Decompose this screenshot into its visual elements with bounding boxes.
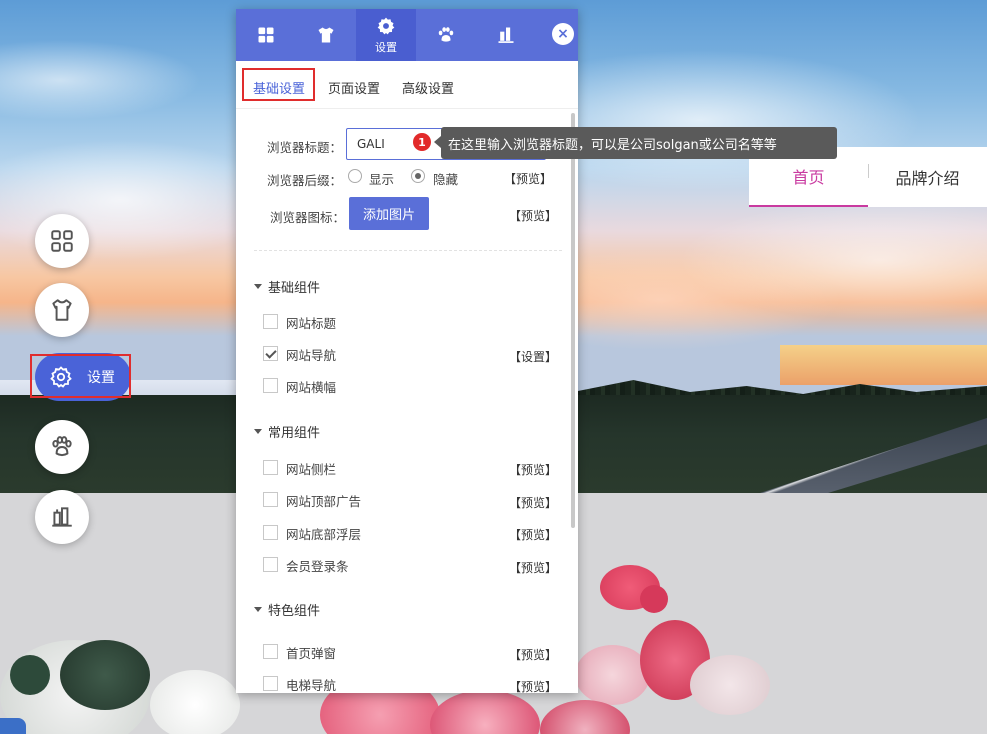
item-label: 网站标题 xyxy=(286,316,337,331)
tooltip: 在这里输入浏览器标题，可以是公司solgan或公司名等等 xyxy=(441,127,837,159)
subtab-advanced[interactable]: 高级设置 xyxy=(402,78,454,97)
sunset-glow xyxy=(780,345,987,385)
nav-item-brand[interactable]: 品牌介绍 xyxy=(868,147,987,207)
preview-link[interactable]: 【预览】 xyxy=(509,461,557,478)
corner-badge xyxy=(0,718,26,734)
checkbox-site-banner[interactable] xyxy=(263,378,278,393)
item-label: 网站横幅 xyxy=(286,380,337,395)
flower-decoration xyxy=(10,655,50,695)
shirt-icon xyxy=(318,27,334,43)
tooltip-text: 在这里输入浏览器标题，可以是公司solgan或公司名等等 xyxy=(448,137,777,153)
preview-link[interactable]: 【预览】 xyxy=(509,526,557,543)
browser-title-value: GALI xyxy=(357,137,385,151)
tab-settings-label: 设置 xyxy=(375,40,397,54)
item-label: 网站顶部广告 xyxy=(286,494,362,509)
suffix-radio-show[interactable] xyxy=(348,169,362,183)
checkbox-bottom-float[interactable] xyxy=(263,525,278,540)
item-label: 首页弹窗 xyxy=(286,646,337,661)
tools-icon xyxy=(498,27,514,43)
gear-icon xyxy=(377,17,395,34)
grid-icon xyxy=(51,230,73,252)
flower-decoration xyxy=(150,670,240,734)
checkbox-top-ad[interactable] xyxy=(263,492,278,507)
tab-grid[interactable] xyxy=(236,9,296,61)
group-title: 特色组件 xyxy=(268,604,321,619)
checkbox-elevator-nav[interactable] xyxy=(263,676,278,691)
suffix-radio-hide[interactable] xyxy=(411,169,425,183)
divider xyxy=(254,250,562,251)
caret-down-icon xyxy=(254,607,262,612)
preview-link[interactable]: 【预览】 xyxy=(509,559,557,576)
checkbox-site-title[interactable] xyxy=(263,314,278,329)
float-paw-button[interactable] xyxy=(35,420,89,474)
tab-style[interactable] xyxy=(296,9,356,61)
item-label: 网站导航 xyxy=(286,348,337,363)
panel-subtabs: 基础设置 页面设置 高级设置 xyxy=(236,61,578,109)
preview-link[interactable]: 【预览】 xyxy=(509,678,557,693)
checkbox-site-nav[interactable] xyxy=(263,346,278,361)
tab-settings[interactable]: 设置 xyxy=(356,9,416,61)
step-badge: 1 xyxy=(413,133,431,151)
suffix-preview-link[interactable]: 【预览】 xyxy=(504,170,552,187)
checkbox-sidebar[interactable] xyxy=(263,460,278,475)
tooltip-arrow xyxy=(434,136,441,148)
browser-suffix-label: 浏览器后缀： xyxy=(267,173,343,188)
shirt-icon xyxy=(52,299,72,321)
group-header-common[interactable]: 常用组件 xyxy=(254,422,320,441)
icon-preview-link[interactable]: 【预览】 xyxy=(509,207,557,224)
subtab-page[interactable]: 页面设置 xyxy=(328,78,380,97)
flower-decoration xyxy=(640,585,668,613)
tab-plugins[interactable] xyxy=(416,9,476,61)
float-shirt-button[interactable] xyxy=(35,283,89,337)
grid-icon xyxy=(258,27,274,43)
preview-link[interactable]: 【预览】 xyxy=(509,494,557,511)
item-label: 电梯导航 xyxy=(286,678,337,693)
group-title: 基础组件 xyxy=(268,281,321,296)
highlight-box xyxy=(30,354,131,398)
item-label: 网站侧栏 xyxy=(286,462,337,477)
settings-panel: 设置 × 基础设置 页面设置 高级设置 浏览器标题： GALI 浏览器后缀： 显… xyxy=(236,9,578,693)
scrollbar[interactable] xyxy=(571,113,575,528)
caret-down-icon xyxy=(254,284,262,289)
flower-decoration xyxy=(690,655,770,715)
panel-tabbar: 设置 × xyxy=(236,9,578,61)
paw-icon xyxy=(52,436,72,457)
caret-down-icon xyxy=(254,429,262,434)
suffix-option-show: 显示 xyxy=(369,172,395,187)
flower-decoration xyxy=(575,645,650,705)
tab-tools[interactable] xyxy=(476,9,536,61)
group-header-basic[interactable]: 基础组件 xyxy=(254,277,320,296)
preview-link[interactable]: 【预览】 xyxy=(509,646,557,663)
checkbox-home-popup[interactable] xyxy=(263,644,278,659)
browser-title-label: 浏览器标题： xyxy=(267,140,343,155)
suffix-option-hide: 隐藏 xyxy=(433,172,459,187)
item-label: 会员登录条 xyxy=(286,559,349,574)
float-grid-button[interactable] xyxy=(35,214,89,268)
group-header-feature[interactable]: 特色组件 xyxy=(254,600,320,619)
item-label: 网站底部浮层 xyxy=(286,527,362,542)
tools-icon xyxy=(52,507,72,527)
float-tools-button[interactable] xyxy=(35,490,89,544)
checkbox-member-login[interactable] xyxy=(263,557,278,572)
paw-icon xyxy=(438,27,454,42)
group-title: 常用组件 xyxy=(268,426,321,441)
add-image-button[interactable]: 添加图片 xyxy=(349,197,429,230)
site-nav-settings-link[interactable]: 【设置】 xyxy=(509,348,557,365)
close-button[interactable]: × xyxy=(552,23,574,45)
browser-icon-label: 浏览器图标： xyxy=(270,210,346,225)
highlight-box xyxy=(242,68,315,101)
flower-decoration xyxy=(60,640,150,710)
